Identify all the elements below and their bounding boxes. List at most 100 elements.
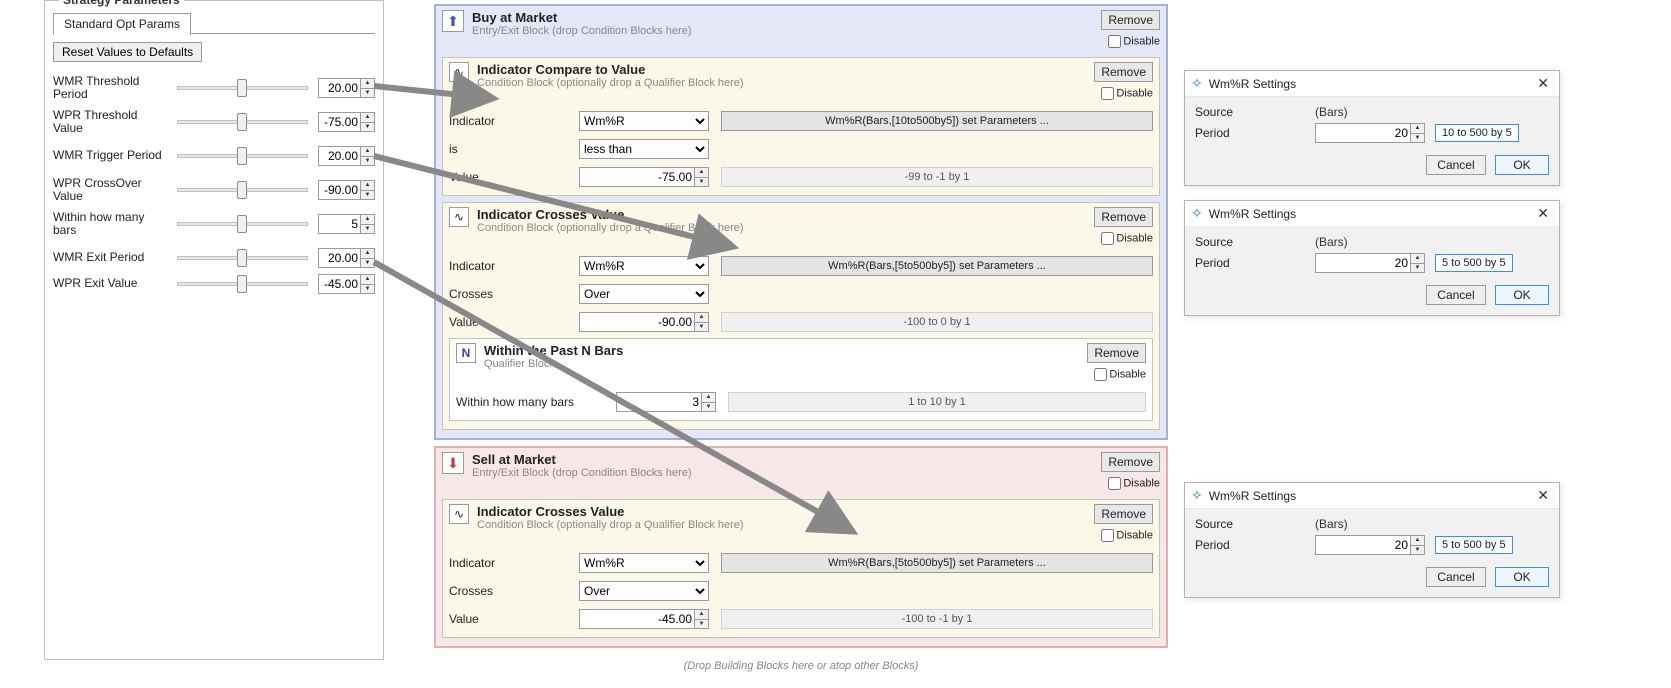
wmr-trigger-period-slider[interactable] <box>177 154 308 158</box>
wmr-threshold-period-input[interactable] <box>319 79 360 97</box>
spin-up-icon[interactable]: ▲ <box>360 275 374 285</box>
spin-up-icon[interactable]: ▲ <box>360 147 374 157</box>
wmr-settings-dialog-2[interactable]: ✧ Wm%R Settings ✕ Source(Bars) Period ▲▼… <box>1184 200 1560 316</box>
spin-up-icon[interactable]: ▲ <box>1410 536 1424 546</box>
spin-up-icon[interactable]: ▲ <box>694 610 708 620</box>
spin-down-icon[interactable]: ▼ <box>694 178 708 187</box>
remove-button[interactable]: Remove <box>1101 452 1160 472</box>
close-icon[interactable]: ✕ <box>1533 75 1553 92</box>
spin-down-icon[interactable]: ▼ <box>360 89 374 98</box>
disable-checkbox[interactable]: Disable <box>1094 229 1153 248</box>
wmr-settings-dialog-3[interactable]: ✧ Wm%R Settings ✕ Source(Bars) Period ▲▼… <box>1184 482 1560 598</box>
within-past-n-bars-block[interactable]: N Within the Past N Bars Qualifier Block… <box>449 338 1153 421</box>
remove-button[interactable]: Remove <box>1087 343 1146 363</box>
wmr-exit-period-input[interactable] <box>319 249 360 267</box>
indicator-params-button[interactable]: Wm%R(Bars,[10to500by5]) set Parameters .… <box>721 111 1153 131</box>
spin-down-icon[interactable]: ▼ <box>360 225 374 234</box>
spin-down-icon[interactable]: ▼ <box>701 403 715 412</box>
value-input[interactable] <box>580 610 694 628</box>
within-bars-input[interactable] <box>319 215 360 233</box>
range-button[interactable]: -99 to -1 by 1 <box>721 167 1153 187</box>
range-button[interactable]: 5 to 500 by 5 <box>1435 536 1513 554</box>
spin-down-icon[interactable]: ▼ <box>694 620 708 629</box>
spin-up-icon[interactable]: ▲ <box>360 113 374 123</box>
remove-button[interactable]: Remove <box>1094 62 1153 82</box>
param-label: WPR Exit Value <box>53 277 167 290</box>
ok-button[interactable]: OK <box>1495 155 1549 175</box>
indicator-crosses-block[interactable]: ∿ Indicator Crosses Value Condition Bloc… <box>442 202 1160 430</box>
close-icon[interactable]: ✕ <box>1533 205 1553 222</box>
within-bars-slider[interactable] <box>177 222 308 226</box>
ok-button[interactable]: OK <box>1495 285 1549 305</box>
spin-up-icon[interactable]: ▲ <box>360 249 374 259</box>
spin-down-icon[interactable]: ▼ <box>694 323 708 332</box>
value-input[interactable] <box>580 313 694 331</box>
wpr-threshold-value-slider[interactable] <box>177 120 308 124</box>
spin-up-icon[interactable]: ▲ <box>694 168 708 178</box>
disable-checkbox[interactable]: Disable <box>1101 32 1160 51</box>
spin-down-icon[interactable]: ▼ <box>360 191 374 200</box>
spin-up-icon[interactable]: ▲ <box>701 393 715 403</box>
sell-entry-block[interactable]: ⬇ Sell at Market Entry/Exit Block (drop … <box>434 446 1168 648</box>
disable-checkbox[interactable]: Disable <box>1101 474 1160 493</box>
spin-down-icon[interactable]: ▼ <box>1410 546 1424 555</box>
range-button[interactable]: 5 to 500 by 5 <box>1435 254 1513 272</box>
value-input[interactable] <box>580 168 694 186</box>
indicator-params-button[interactable]: Wm%R(Bars,[5to500by5]) set Parameters ..… <box>721 256 1153 276</box>
indicator-compare-block[interactable]: ∿ Indicator Compare to Value Condition B… <box>442 57 1160 196</box>
within-bars-input[interactable] <box>617 393 701 411</box>
spin-up-icon[interactable]: ▲ <box>360 181 374 191</box>
crosses-select[interactable]: Over <box>579 284 709 304</box>
spin-up-icon[interactable]: ▲ <box>1410 124 1424 134</box>
wpr-crossover-value-input[interactable] <box>319 181 360 199</box>
spin-down-icon[interactable]: ▼ <box>360 157 374 166</box>
period-input[interactable] <box>1316 124 1410 142</box>
wpr-threshold-value-input[interactable] <box>319 113 360 131</box>
cancel-button[interactable]: Cancel <box>1426 567 1485 587</box>
operator-select[interactable]: less than <box>579 139 709 159</box>
buy-entry-block[interactable]: ⬆ Buy at Market Entry/Exit Block (drop C… <box>434 4 1168 440</box>
spin-up-icon[interactable]: ▲ <box>1410 254 1424 264</box>
range-button[interactable]: -100 to 0 by 1 <box>721 312 1153 332</box>
period-input[interactable] <box>1316 536 1410 554</box>
spin-down-icon[interactable]: ▼ <box>360 285 374 294</box>
spin-down-icon[interactable]: ▼ <box>360 123 374 132</box>
source-label: Source <box>1195 517 1315 531</box>
wmr-exit-period-slider[interactable] <box>177 256 308 260</box>
cancel-button[interactable]: Cancel <box>1426 155 1485 175</box>
spin-down-icon[interactable]: ▼ <box>1410 134 1424 143</box>
range-button[interactable]: -100 to -1 by 1 <box>721 609 1153 629</box>
wpr-crossover-value-slider[interactable] <box>177 188 308 192</box>
spin-up-icon[interactable]: ▲ <box>360 79 374 89</box>
remove-button[interactable]: Remove <box>1094 504 1153 524</box>
wmr-threshold-period-slider[interactable] <box>177 86 308 90</box>
spin-up-icon[interactable]: ▲ <box>694 313 708 323</box>
indicator-select[interactable]: Wm%R <box>579 256 709 276</box>
wmr-settings-dialog-1[interactable]: ✧ Wm%R Settings ✕ Source(Bars) Period ▲▼… <box>1184 70 1560 186</box>
ok-button[interactable]: OK <box>1495 567 1549 587</box>
remove-button[interactable]: Remove <box>1094 207 1153 227</box>
reset-defaults-button[interactable]: Reset Values to Defaults <box>53 42 202 62</box>
range-button[interactable]: 1 to 10 by 1 <box>728 392 1146 412</box>
spin-up-icon[interactable]: ▲ <box>360 215 374 225</box>
wpr-exit-value-input[interactable] <box>319 275 360 293</box>
indicator-select[interactable]: Wm%R <box>579 111 709 131</box>
disable-checkbox[interactable]: Disable <box>1094 84 1153 103</box>
disable-checkbox[interactable]: Disable <box>1094 526 1153 545</box>
spin-down-icon[interactable]: ▼ <box>1410 264 1424 273</box>
wmr-trigger-period-input[interactable] <box>319 147 360 165</box>
period-input[interactable] <box>1316 254 1410 272</box>
close-icon[interactable]: ✕ <box>1533 487 1553 504</box>
field-label: Indicator <box>449 259 579 273</box>
cancel-button[interactable]: Cancel <box>1426 285 1485 305</box>
remove-button[interactable]: Remove <box>1101 10 1160 30</box>
range-button[interactable]: 10 to 500 by 5 <box>1435 124 1519 142</box>
indicator-select[interactable]: Wm%R <box>579 553 709 573</box>
disable-checkbox[interactable]: Disable <box>1087 365 1146 384</box>
crosses-select[interactable]: Over <box>579 581 709 601</box>
indicator-params-button[interactable]: Wm%R(Bars,[5to500by5]) set Parameters ..… <box>721 553 1153 573</box>
indicator-crosses-block[interactable]: ∿ Indicator Crosses Value Condition Bloc… <box>442 499 1160 638</box>
wpr-exit-value-slider[interactable] <box>177 282 308 286</box>
spin-down-icon[interactable]: ▼ <box>360 259 374 268</box>
tab-standard-opt-params[interactable]: Standard Opt Params <box>53 13 191 35</box>
